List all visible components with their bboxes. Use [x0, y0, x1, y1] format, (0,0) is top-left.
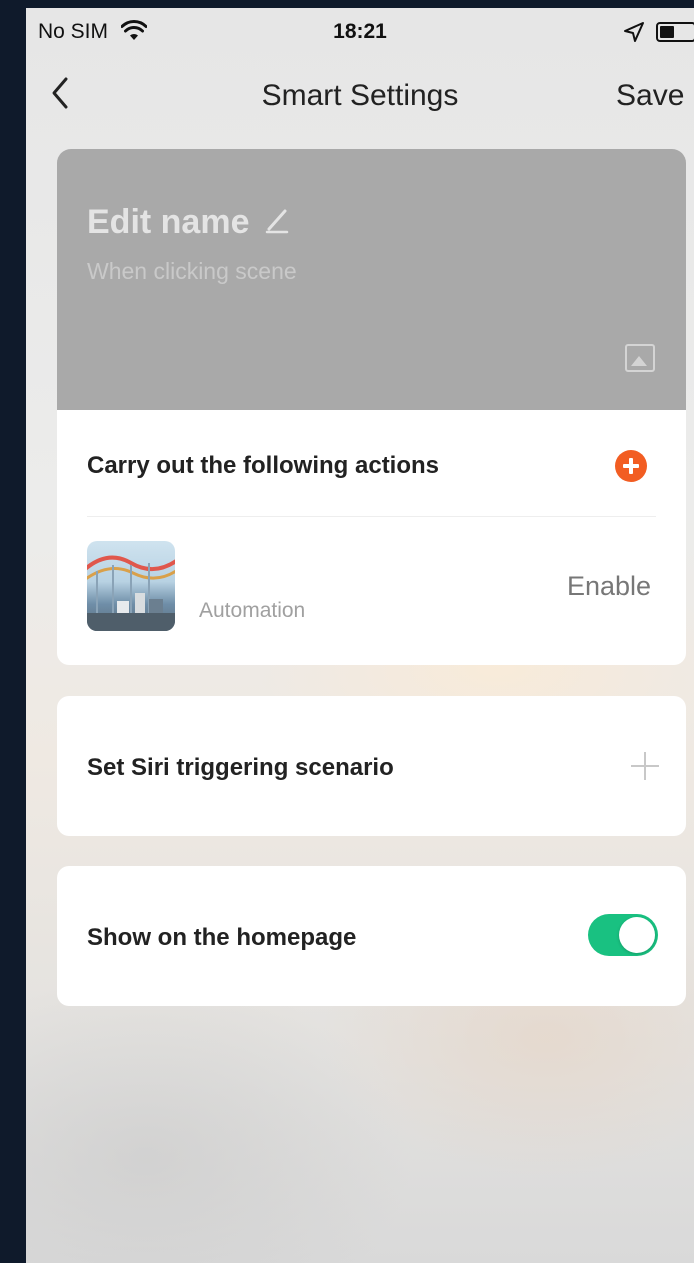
add-action-icon[interactable]	[615, 450, 647, 482]
battery-icon	[656, 22, 694, 42]
page-title: Smart Settings	[261, 79, 459, 112]
action-thumbnail	[87, 541, 175, 631]
nav-bar: Smart Settings Save	[26, 63, 694, 127]
toggle-knob	[619, 917, 655, 953]
homepage-toggle[interactable]	[588, 914, 658, 956]
roller-coaster-image	[87, 555, 175, 631]
save-button[interactable]: Save	[616, 79, 684, 113]
change-background-image-icon[interactable]	[625, 344, 655, 372]
actions-card: Carry out the following actions Automati	[57, 410, 686, 665]
pencil-edit-icon[interactable]	[263, 205, 291, 237]
siri-label: Set Siri triggering scenario	[87, 754, 394, 781]
siri-trigger-row[interactable]: Set Siri triggering scenario	[57, 696, 686, 836]
action-item[interactable]: Automation Enable	[57, 517, 686, 665]
device-frame: No SIM 18:21 Smart Settings Save Edit na…	[0, 0, 694, 1263]
clock: 18:21	[333, 20, 387, 43]
actions-heading: Carry out the following actions	[87, 452, 440, 479]
homepage-label: Show on the homepage	[87, 924, 357, 951]
location-arrow-icon	[624, 22, 644, 42]
add-siri-icon[interactable]	[631, 752, 659, 780]
show-on-homepage-row: Show on the homepage	[57, 866, 686, 1006]
app-screen: No SIM 18:21 Smart Settings Save Edit na…	[26, 8, 694, 1263]
action-type-label: Automation	[199, 599, 306, 622]
scene-name[interactable]: Edit name	[87, 203, 249, 242]
scene-trigger-subtitle: When clicking scene	[87, 258, 297, 284]
status-bar: No SIM 18:21	[26, 8, 694, 58]
action-status: Enable	[567, 571, 652, 601]
scene-header-card: Edit name When clicking scene	[57, 149, 686, 419]
